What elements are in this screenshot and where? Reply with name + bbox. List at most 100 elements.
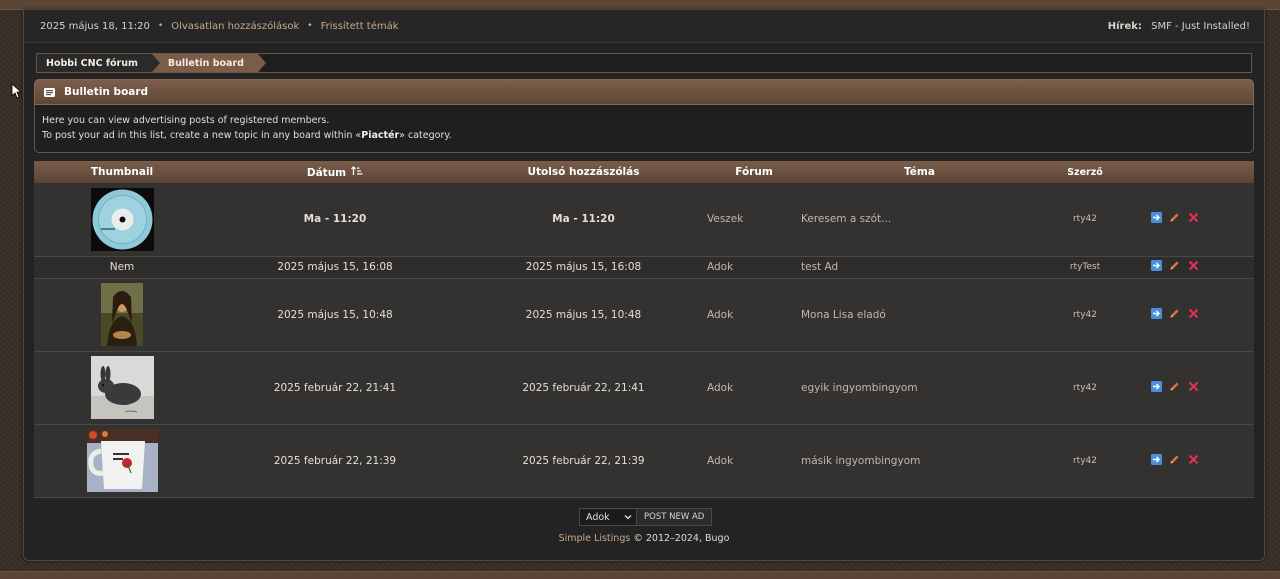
topic-link[interactable]: másik ingyombingyom [801, 455, 920, 467]
header-topic: Téma [904, 166, 935, 178]
footer: Simple Listings © 2012–2024, Bugo [24, 533, 1264, 544]
breadcrumb-current[interactable]: Bulletin board [151, 54, 266, 72]
category-title: Bulletin board [64, 86, 149, 98]
thumbnail-cell [34, 183, 210, 256]
breadcrumb-home-label: Hobbi CNC fórum [46, 57, 138, 69]
topic-link[interactable]: egyik ingyombingyom [801, 382, 918, 394]
forum-link[interactable]: Adok [707, 309, 733, 321]
author-cell: rty42 [1038, 183, 1132, 256]
edit-icon[interactable] [1169, 212, 1180, 226]
delete-icon[interactable] [1188, 454, 1199, 468]
post-new-ad-button[interactable]: POST NEW AD [637, 508, 713, 526]
news-label: Hírek: [1107, 20, 1142, 32]
author-cell: rty42 [1038, 351, 1132, 424]
forum-link[interactable]: Adok [707, 261, 733, 273]
author-link[interactable]: rty42 [1073, 214, 1097, 224]
breadcrumb-arrow [151, 54, 160, 72]
listings-table: Thumbnail Dátum Utolsó hozzászólás Fórum… [34, 161, 1254, 498]
table-header-row: Thumbnail Dátum Utolsó hozzászólás Fórum… [34, 161, 1254, 183]
updated-topics-link[interactable]: Frissített témák [321, 21, 399, 32]
move-icon[interactable] [1151, 260, 1162, 274]
description-line-2-post: » category. [399, 130, 452, 141]
move-icon[interactable] [1151, 380, 1162, 395]
actions-cell [1132, 256, 1254, 278]
author-link[interactable]: rtyTest [1070, 262, 1100, 272]
author-link[interactable]: rty42 [1073, 383, 1097, 393]
date-cell: 2025 február 22, 21:41 [273, 381, 397, 394]
edit-icon[interactable] [1169, 260, 1180, 274]
piacter-category-name: Piactér [361, 130, 400, 141]
author-cell: rty42 [1038, 424, 1132, 497]
mug-thumbnail[interactable] [86, 429, 158, 492]
header-date[interactable]: Dátum [210, 161, 460, 183]
edit-icon[interactable] [1169, 454, 1180, 468]
forum-cell: Adok [707, 351, 801, 424]
current-datetime: 2025 május 18, 11:20 [40, 20, 150, 32]
footer-copyright: © 2012–2024, Bugo [630, 533, 730, 544]
separator-dot: • [157, 21, 164, 31]
rabbit-thumbnail[interactable] [90, 356, 154, 419]
move-icon[interactable] [1151, 453, 1162, 468]
mona-lisa-thumbnail[interactable] [101, 283, 143, 346]
description-line-2: To post your ad in this list, create a n… [42, 128, 1246, 143]
forum-link[interactable]: Adok [707, 382, 733, 394]
topic-link[interactable]: test Ad [801, 261, 838, 273]
chevron-down-icon [624, 515, 632, 520]
description-line-2-pre: To post your ad in this list, create a n… [42, 130, 362, 141]
category-header: Bulletin board [34, 79, 1254, 105]
unread-posts-link[interactable]: Olvasatlan hozzászólások [171, 21, 299, 32]
author-link[interactable]: rty42 [1073, 310, 1097, 320]
delete-icon[interactable] [1188, 212, 1199, 226]
delete-icon[interactable] [1188, 381, 1199, 395]
author-cell: rty42 [1038, 278, 1132, 351]
date-cell: 2025 május 15, 16:08 [277, 261, 393, 273]
header-forum: Fórum [735, 166, 773, 178]
delete-icon[interactable] [1188, 260, 1199, 274]
post-ad-controls: Adok POST NEW AD [579, 508, 713, 526]
simple-listings-link[interactable]: Simple Listings [559, 533, 631, 544]
news-ticker: Hírek: SMF - Just Installed! [1108, 21, 1250, 32]
forum-link[interactable]: Veszek [707, 213, 743, 225]
topic-cell: egyik ingyombingyom [801, 351, 1038, 424]
forum-cell: Adok [707, 278, 801, 351]
forum-cell: Adok [707, 424, 801, 497]
move-icon[interactable] [1151, 307, 1162, 322]
forum-link[interactable]: Adok [707, 455, 733, 467]
actions-cell [1132, 351, 1254, 424]
topic-link[interactable]: Keresem a szót... [801, 213, 891, 225]
author-link[interactable]: rty42 [1073, 456, 1097, 466]
mouse-cursor-icon [11, 83, 21, 99]
edit-icon[interactable] [1169, 308, 1180, 322]
category-description: Here you can view advertising posts of r… [34, 105, 1254, 153]
board-select-value: Adok [586, 511, 610, 523]
last-post-cell: 2025 május 15, 16:08 [525, 261, 642, 273]
table-row: Ma - 11:20 Ma - 11:20 Veszek Keresem a s… [34, 183, 1254, 256]
author-cell: rtyTest [1038, 256, 1132, 278]
cd-thumbnail[interactable] [90, 187, 154, 251]
thumbnail-cell [34, 278, 210, 351]
bottom-strip [0, 571, 1280, 579]
description-line-1: Here you can view advertising posts of r… [42, 115, 330, 126]
actions-cell [1132, 278, 1254, 351]
topic-cell: Mona Lisa eladó [801, 278, 1038, 351]
top-strip [0, 0, 1280, 10]
table-row: 2025 február 22, 21:39 2025 február 22, … [34, 424, 1254, 497]
topic-cell: Keresem a szót... [801, 183, 1038, 256]
breadcrumb-home[interactable]: Hobbi CNC fórum [37, 54, 160, 72]
sort-ascending-icon[interactable] [351, 165, 363, 179]
delete-icon[interactable] [1188, 308, 1199, 322]
header-last-post: Utolsó hozzászólás [527, 166, 640, 178]
breadcrumb-current-label: Bulletin board [167, 57, 244, 69]
breadcrumb: Hobbi CNC fórum Bulletin board [36, 53, 1252, 73]
move-icon[interactable] [1151, 212, 1162, 226]
thumbnail-cell [34, 351, 210, 424]
topic-link[interactable]: Mona Lisa eladó [801, 309, 886, 321]
edit-icon[interactable] [1169, 381, 1180, 395]
page-wrapper: 2025 május 18, 11:20 • Olvasatlan hozzás… [23, 10, 1265, 561]
topic-cell: másik ingyombingyom [801, 424, 1038, 497]
board-icon [44, 87, 55, 97]
date-cell: 2025 május 15, 10:48 [277, 308, 393, 321]
listings-table-wrap: Thumbnail Dátum Utolsó hozzászólás Fórum… [34, 161, 1254, 498]
table-row: 2025 február 22, 21:41 2025 február 22, … [34, 351, 1254, 424]
board-select[interactable]: Adok [579, 508, 637, 526]
